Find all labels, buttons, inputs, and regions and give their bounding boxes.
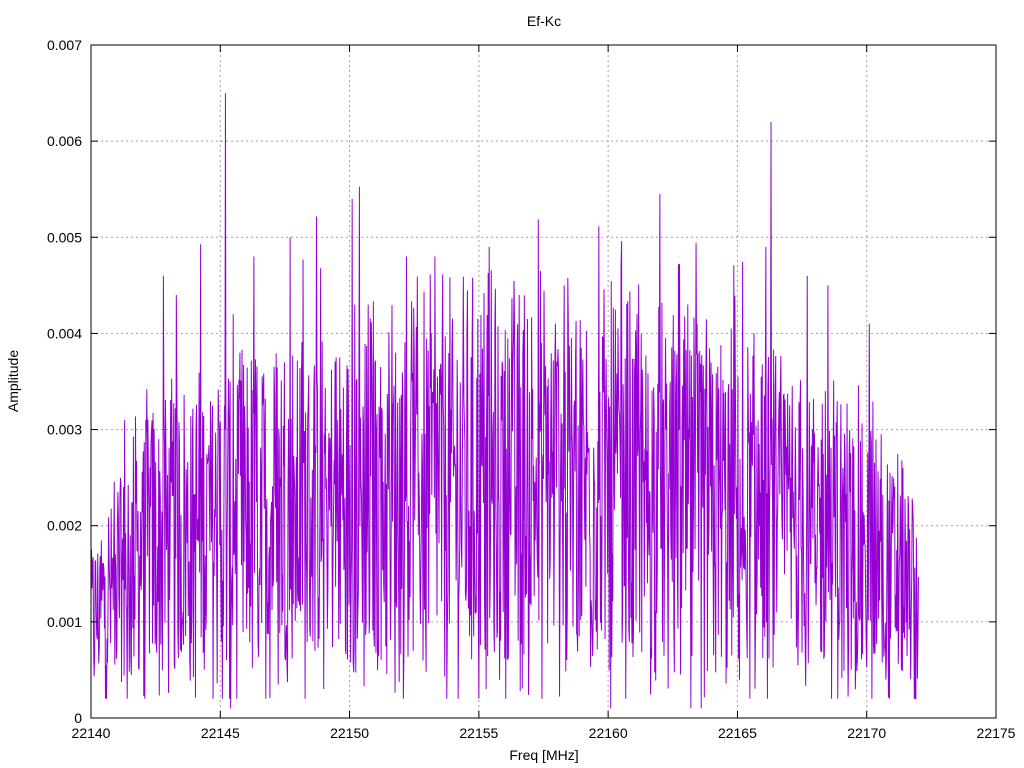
x-tick-label: 22155	[459, 725, 498, 741]
y-tick-label: 0.006	[47, 133, 82, 149]
y-tick-label: 0.001	[47, 614, 82, 630]
x-tick-label: 22160	[589, 725, 628, 741]
x-tick-label: 22175	[977, 725, 1016, 741]
y-tick-label: 0.003	[47, 422, 82, 438]
y-tick-label: 0	[74, 710, 82, 726]
y-tick-label: 0.005	[47, 229, 82, 245]
y-tick-label: 0.007	[47, 37, 82, 53]
x-axis-label: Freq [MHz]	[509, 747, 578, 763]
y-tick-label: 0.004	[47, 325, 82, 341]
chart-title: Ef-Kc	[527, 13, 561, 29]
x-tick-label: 22170	[847, 725, 886, 741]
x-tick-label: 22145	[201, 725, 240, 741]
chart: 22140 22145 22150 22155 22160 22165 22170 22175…	[5, 13, 1016, 763]
x-tick-label: 22140	[72, 725, 111, 741]
x-tick-label: 22150	[330, 725, 369, 741]
x-tick-label: 22165	[718, 725, 757, 741]
y-tick-label: 0.002	[47, 518, 82, 534]
series-layer	[90, 93, 919, 709]
y-axis-label: Amplitude	[5, 350, 21, 412]
series-line	[90, 93, 919, 709]
